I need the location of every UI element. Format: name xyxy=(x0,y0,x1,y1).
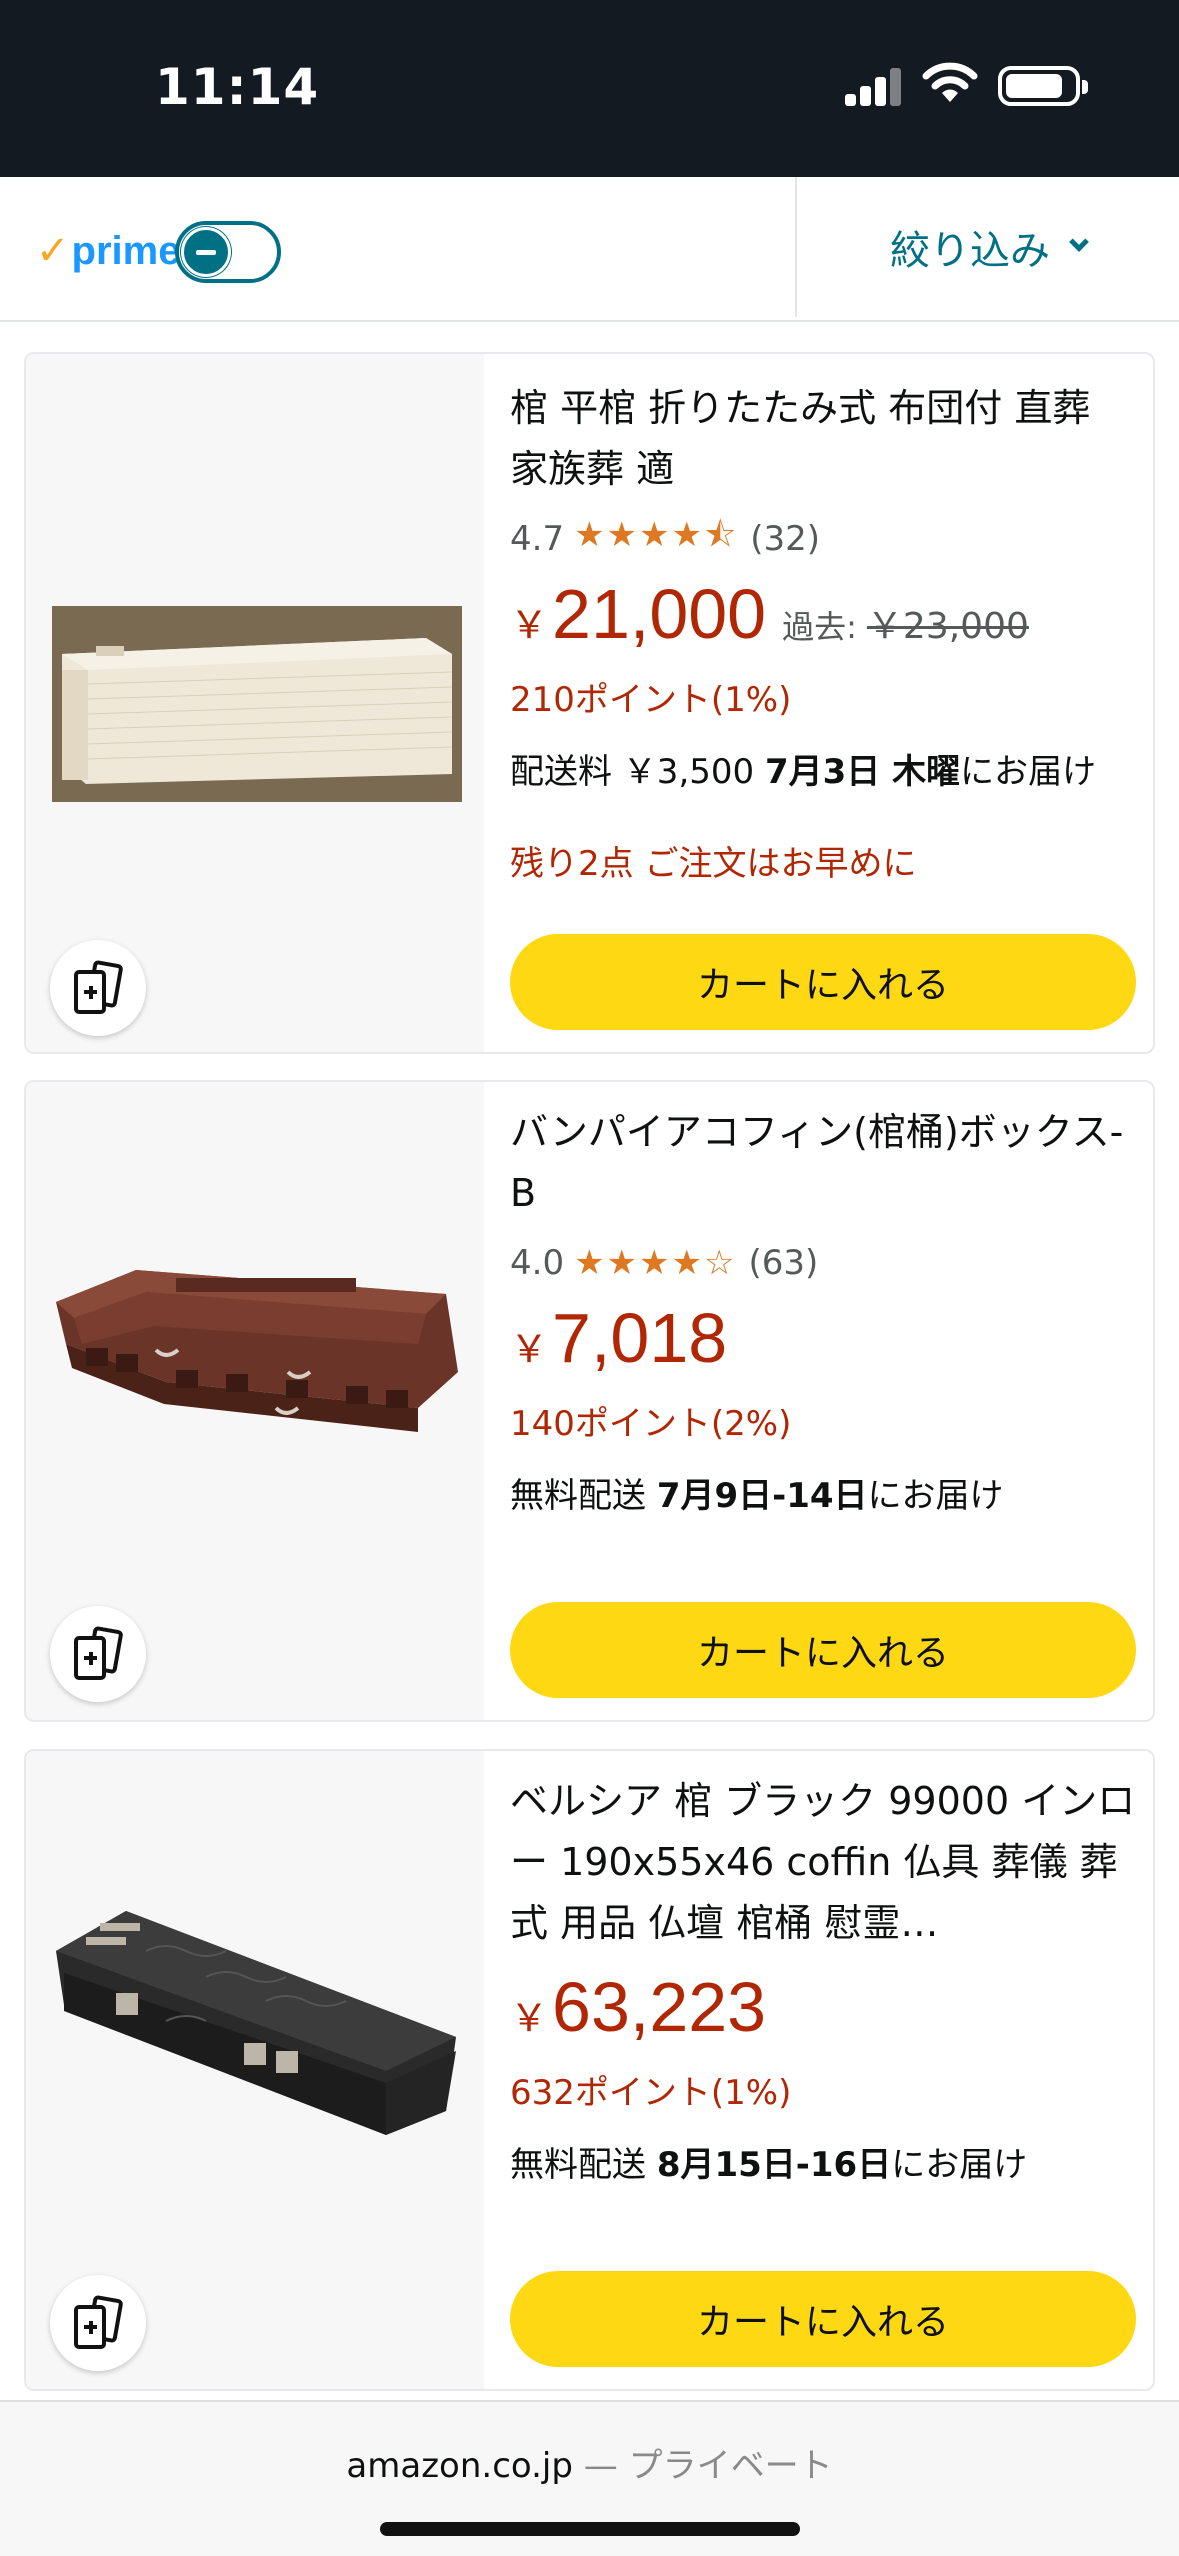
delivery-info: 無料配送 7月9日-14日にお届け xyxy=(510,1476,1004,1516)
price-row: ￥ 7,018 xyxy=(510,1298,727,1388)
product-title[interactable]: 棺 平棺 折りたたみ式 布団付 直葬 家族葬 適 xyxy=(510,378,1140,500)
delivery-date: 8月15日-16日 xyxy=(656,2145,892,2185)
delivery-info: 配送料 ￥3,500 7月3日 木曜にお届け xyxy=(510,752,1097,792)
points: 140ポイント(2%) xyxy=(510,1404,792,1444)
price-value: 7,018 xyxy=(552,1299,728,1377)
wifi-icon xyxy=(922,60,978,106)
points: 632ポイント(1%) xyxy=(510,2073,792,2113)
rating-value: 4.7 xyxy=(510,519,565,559)
prime-label: prime xyxy=(71,228,181,273)
home-indicator[interactable] xyxy=(380,2522,800,2536)
price-row: ￥ 63,223 xyxy=(510,1967,766,2057)
star-rating-icon: ★★★★☆ xyxy=(574,1243,737,1283)
price-symbol: ￥ xyxy=(510,603,549,647)
rating-value: 4.0 xyxy=(510,1243,565,1283)
compare-icon xyxy=(72,2294,124,2349)
delivery-info: 無料配送 8月15日-16日にお届け xyxy=(510,2145,1028,2185)
compare-icon xyxy=(72,1625,124,1680)
add-to-cart-button[interactable]: カートに入れる xyxy=(510,2271,1136,2367)
price-row: ￥ 21,000 過去: ￥23,000 xyxy=(510,574,1029,664)
product-card[interactable]: 棺 平棺 折りたたみ式 布団付 直葬 家族葬 適 4.7 ★★★★⯪ (32) … xyxy=(24,352,1155,1054)
status-bar: 11:14 xyxy=(0,0,1179,177)
prime-logo: ✓ prime xyxy=(36,225,180,277)
delivery-date: 7月9日-14日 xyxy=(656,1476,868,1516)
separator: — xyxy=(572,2446,629,2486)
price-value: 63,223 xyxy=(552,1968,767,2046)
was-price: ￥23,000 xyxy=(866,606,1029,647)
price-symbol: ￥ xyxy=(510,1996,549,2040)
filter-label: 絞り込み xyxy=(890,228,1050,274)
review-count: (63) xyxy=(748,1243,819,1283)
add-to-cart-button[interactable]: カートに入れる xyxy=(510,1602,1136,1698)
filter-button[interactable]: 絞り込み xyxy=(797,177,1179,317)
rating-row[interactable]: 4.0 ★★★★☆ (63) xyxy=(510,1238,818,1288)
toggle-knob xyxy=(181,227,231,277)
prime-toggle[interactable] xyxy=(175,221,281,283)
rating-row[interactable]: 4.7 ★★★★⯪ (32) xyxy=(510,514,820,564)
signal-icon xyxy=(845,66,903,106)
chevron-down-icon xyxy=(1069,232,1089,252)
browser-bottom-bar: amazon.co.jp — プライベート xyxy=(0,2400,1179,2556)
price-symbol: ￥ xyxy=(510,1327,549,1371)
points: 210ポイント(1%) xyxy=(510,680,792,720)
prime-check-icon: ✓ xyxy=(36,228,70,274)
product-card[interactable]: ベルシア 棺 ブラック 99000 インロー 190x55x46 coffin … xyxy=(24,1749,1155,2391)
review-count: (32) xyxy=(750,519,820,559)
browsing-mode: プライベート xyxy=(628,2446,833,2486)
star-rating-icon: ★★★★⯪ xyxy=(574,514,739,555)
compare-button[interactable] xyxy=(50,1606,146,1702)
price-value: 21,000 xyxy=(552,575,767,653)
product-list: 棺 平棺 折りたたみ式 布団付 直葬 家族葬 適 4.7 ★★★★⯪ (32) … xyxy=(0,322,1179,2400)
product-title[interactable]: ベルシア 棺 ブラック 99000 インロー 190x55x46 coffin … xyxy=(510,1771,1140,1954)
domain: amazon.co.jp xyxy=(346,2446,573,2486)
filter-bar: ✓ prime 絞り込み xyxy=(0,177,1179,322)
compare-button[interactable] xyxy=(50,940,146,1036)
battery-icon xyxy=(998,66,1088,106)
add-to-cart-button[interactable]: カートに入れる xyxy=(510,934,1136,1030)
status-time: 11:14 xyxy=(155,58,320,116)
compare-button[interactable] xyxy=(50,2275,146,2371)
compare-icon xyxy=(72,959,124,1014)
address-bar[interactable]: amazon.co.jp — プライベート xyxy=(0,2438,1179,2487)
product-card[interactable]: バンパイアコフィン(棺桶)ボックス-B 4.0 ★★★★☆ (63) ￥ 7,0… xyxy=(24,1080,1155,1722)
was-price-label: 過去: xyxy=(782,608,857,646)
delivery-date: 7月3日 木曜 xyxy=(764,752,961,792)
stock-warning: 残り2点 ご注文はお早めに xyxy=(510,844,917,884)
product-title[interactable]: バンパイアコフィン(棺桶)ボックス-B xyxy=(510,1102,1140,1224)
